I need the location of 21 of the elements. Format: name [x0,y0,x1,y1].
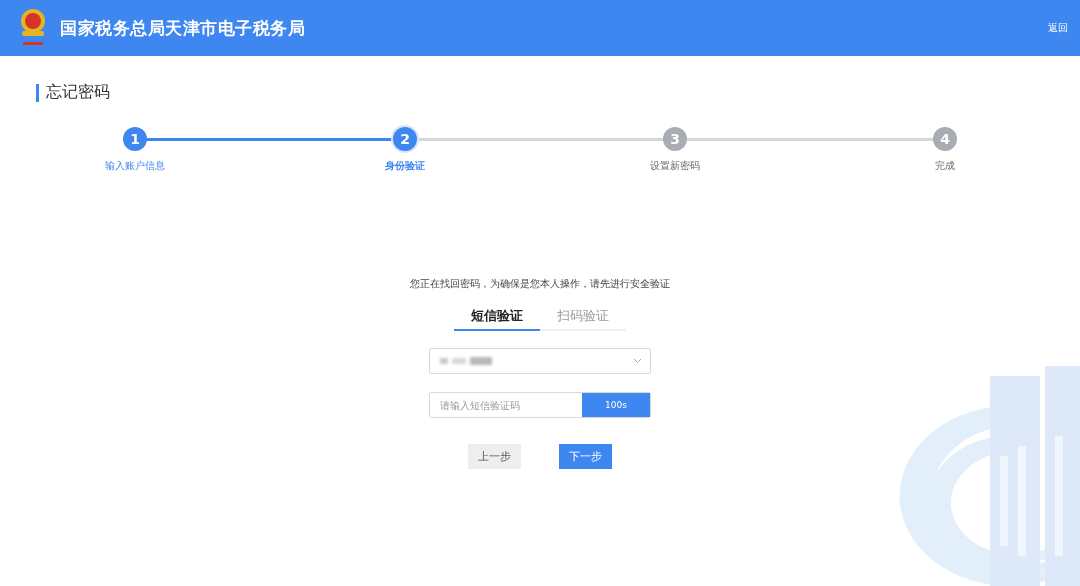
page-title: 忘记密码 [46,82,110,103]
previous-button[interactable]: 上一步 [468,444,521,469]
verification-tab[interactable]: 短信验证 [454,307,540,331]
next-button[interactable]: 下一步 [559,444,612,469]
phone-select[interactable] [429,348,651,374]
step-label: 完成 [935,159,955,173]
verification-prompt: 您正在找回密码，为确保是您本人操作，请先进行安全验证 [410,277,670,291]
step-number: 3 [663,127,687,151]
countdown-button[interactable]: 100s [582,393,650,417]
step-number: 4 [933,127,957,151]
step-number: 1 [123,127,147,151]
step-label: 身份验证 [385,159,425,173]
step-number: 2 [393,127,417,151]
site-title: 国家税务总局天津市电子税务局 [60,16,305,40]
verification-tab[interactable]: 扫码验证 [540,307,626,331]
title-accent-bar [36,83,39,102]
back-link[interactable]: 返回 [1048,21,1068,35]
step-label: 输入账户信息 [105,159,165,173]
step-label: 设置新密码 [650,159,700,173]
sms-code-field[interactable]: 请输入短信验证码 100s [429,392,651,418]
chevron-down-icon [633,358,642,364]
